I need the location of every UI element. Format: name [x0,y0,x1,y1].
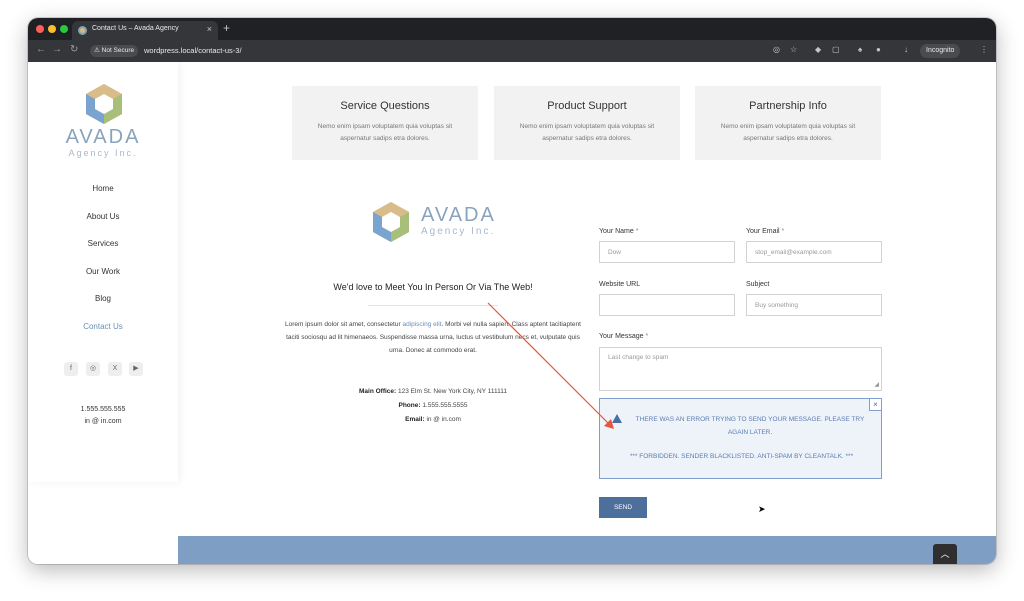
error-message: There was an error trying to send your m… [635,416,865,436]
menu-kebab-icon[interactable]: ⋮ [980,45,988,54]
nav-blog[interactable]: Blog [28,294,178,303]
message-text: Last change to spam [608,354,669,361]
nav-contact-us[interactable]: Contact Us [28,322,178,331]
address-bar[interactable]: ⚠ Not Secure wordpress.local/contact-us-… [86,43,276,59]
content-brand-name: AVADA [421,204,496,226]
info-card-product: Product Support Nemo enim ipsam voluptat… [494,86,680,160]
nav-home[interactable]: Home [28,184,178,193]
not-secure-badge[interactable]: ⚠ Not Secure [90,45,139,57]
error-detail: *** FORBIDDEN. SENDER BLACKLISTED. ANTI-… [629,453,854,460]
sidebar-brand-sub: Agency Inc. [68,148,138,158]
mouse-cursor-icon: ➤ [758,504,766,514]
tab-strip: Contact Us – Avada Agency × + [28,18,996,40]
content-brand-sub: Agency Inc. [421,226,496,237]
main-office: Main Office: 123 Elm St. New York City, … [268,388,598,395]
eye-off-icon[interactable]: ◎ [773,45,780,54]
email-label: Email: [405,416,425,423]
close-tab-icon[interactable]: × [207,24,212,34]
description-link[interactable]: adipiscing elit [402,321,441,328]
nav-services[interactable]: Services [28,239,178,248]
avada-logo-large-icon [373,202,409,242]
nav-about-us[interactable]: About Us [28,212,178,221]
name-label-text: Your Name [599,228,634,235]
contact-description: Lorem ipsum dolor sit amet, consectetur … [280,318,586,357]
description-text: Lorem ipsum dolor sit amet, consectetur [285,321,403,328]
phone-label: Phone: [398,402,421,409]
email-label-text: Your Email [746,228,780,235]
back-arrow-icon[interactable]: ← [36,44,46,55]
extension-icon[interactable]: ◆ [815,45,821,54]
name-field[interactable]: Dow [599,241,735,263]
sidebar-brand-name: AVADA [65,126,141,148]
subject-label: Subject [746,281,770,288]
puzzle-icon[interactable]: ▢ [832,45,840,54]
resize-handle-icon[interactable]: ◢ [874,381,879,388]
browser-toolbar: ← → ↻ ⚠ Not Secure wordpress.local/conta… [28,40,996,62]
scroll-to-top-button[interactable]: ︿ [933,544,957,564]
card-text: Nemo enim ipsam voluptatem quia voluptas… [519,123,655,142]
message-label: Your Message * [599,333,648,340]
required-mark: * [635,228,639,235]
info-card-service: Service Questions Nemo enim ipsam volupt… [292,86,478,160]
message-label-text: Your Message [599,333,644,340]
divider [368,305,498,306]
download-icon[interactable]: ↓ [904,45,908,54]
email-value[interactable]: in @ in.com [425,416,460,423]
card-title: Product Support [547,100,627,112]
incognito-badge[interactable]: Incognito [920,44,961,58]
footer-band [178,536,996,564]
name-label: Your Name * [599,228,638,235]
info-card-partnership: Partnership Info Nemo enim ipsam volupta… [695,86,881,160]
card-text: Nemo enim ipsam voluptatem quia voluptas… [317,123,453,142]
sidebar-email: in @ in.com [84,418,122,425]
star-icon[interactable]: ☆ [790,45,797,54]
card-title: Service Questions [340,100,430,112]
browser-tab[interactable]: Contact Us – Avada Agency × [72,21,218,40]
favicon-icon [78,26,87,35]
email: Email: in @ in.com [268,416,598,423]
avada-logo-icon [86,84,122,124]
minimize-window-button[interactable] [48,25,56,33]
forward-arrow-icon[interactable]: → [52,44,62,55]
warning-icon [612,414,622,423]
sidebar-phone: 1.555.555.555 [80,406,126,413]
browser-window: Contact Us – Avada Agency × + ← → ↻ ⚠ No… [28,18,996,564]
nav-our-work[interactable]: Our Work [28,267,178,276]
url-text[interactable]: wordpress.local/contact-us-3/ [144,45,242,57]
phone-value: 1.555.555.5555 [420,402,468,409]
x-twitter-icon[interactable]: X [108,362,122,376]
email-field[interactable]: stop_email@example.com [746,241,882,263]
required-mark: * [781,228,785,235]
subject-field[interactable]: Buy something [746,294,882,316]
url-label: Website URL [599,281,641,288]
card-title: Partnership Info [749,100,827,112]
close-window-button[interactable] [36,25,44,33]
sidebar: AVADA Agency Inc. Home About Us Services… [28,62,178,482]
message-field[interactable]: Last change to spam ◢ [599,347,882,391]
phone: Phone: 1.555.555.5555 [268,402,598,409]
new-tab-button[interactable]: + [223,21,230,35]
email-label: Your Email * [746,228,784,235]
youtube-icon[interactable]: ▶ [129,362,143,376]
instagram-icon[interactable]: ◎ [86,362,100,376]
error-alert: × There was an error trying to send your… [599,398,882,479]
reload-icon[interactable]: ↻ [70,44,78,55]
profile-extension-icon[interactable]: ● [876,45,881,54]
send-button[interactable]: SEND [599,497,647,518]
incognito-mini-icon[interactable]: ♠ [858,45,862,54]
facebook-icon[interactable]: f [64,362,78,376]
page-viewport: AVADA Agency Inc. Home About Us Services… [28,62,996,564]
contact-tagline: We'd love to Meet You In Person Or Via T… [333,282,533,292]
office-value: 123 Elm St. New York City, NY 111111 [396,388,507,395]
website-url-field[interactable] [599,294,735,316]
alert-close-icon[interactable]: × [869,398,882,411]
maximize-window-button[interactable] [60,25,68,33]
tab-title: Contact Us – Avada Agency [92,25,179,32]
card-text: Nemo enim ipsam voluptatem quia voluptas… [720,123,856,142]
required-mark: * [645,333,649,340]
office-label: Main Office: [359,388,397,395]
